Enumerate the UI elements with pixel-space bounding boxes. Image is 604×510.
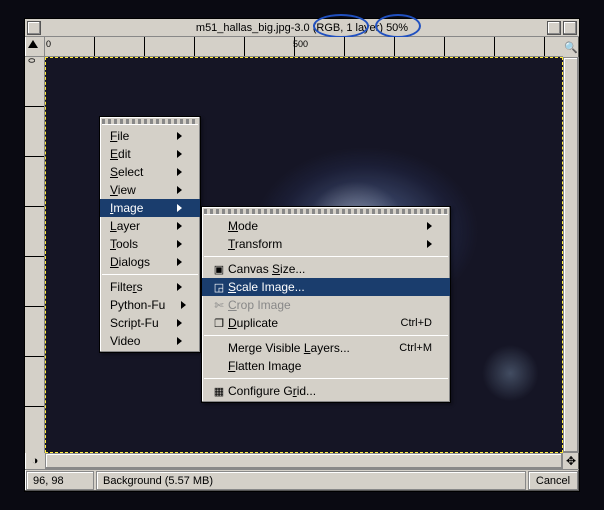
title-filename: m51_hallas_big.jpg-3.0	[196, 22, 310, 34]
menu-scriptfu[interactable]: Script-Fu	[100, 314, 200, 332]
ruler-vertical[interactable]: 0	[25, 57, 45, 453]
submenu-duplicate[interactable]: ❐DuplicateCtrl+D	[202, 314, 450, 332]
context-menu: File Edit Select View Image Layer Tools …	[99, 116, 201, 353]
titlebar: m51_hallas_big.jpg-3.0 (RGB, 1 layer) 50…	[25, 19, 579, 37]
submenu-sep3	[204, 378, 448, 379]
statusbar: 96, 98 Background (5.57 MB) Cancel	[25, 469, 579, 491]
menu-separator	[102, 274, 198, 275]
ruler-tick-h-500: 500	[293, 39, 308, 49]
menu-select[interactable]: Select	[100, 163, 200, 181]
submenu-flatten[interactable]: Flatten Image	[202, 357, 450, 375]
submenu-scale-image[interactable]: ◲Scale Image...	[202, 278, 450, 296]
submenu-tearoff[interactable]	[204, 209, 448, 215]
ruler-tick-h-0: 0	[46, 39, 51, 49]
cancel-button[interactable]: Cancel	[528, 471, 578, 490]
annotation-rgb-circle	[313, 14, 369, 38]
ruler-horizontal[interactable]: 0 500	[45, 37, 563, 57]
menu-view[interactable]: View	[100, 181, 200, 199]
nav-zoom-icon[interactable]: 🔍	[563, 37, 579, 57]
submenu-sep2	[204, 335, 448, 336]
quickmask-toggle[interactable]: ◑	[25, 453, 45, 469]
scale-image-icon: ◲	[212, 281, 226, 294]
submenu-configure-grid[interactable]: ▦Configure Grid...	[202, 382, 450, 400]
menu-dialogs[interactable]: Dialogs	[100, 253, 200, 271]
annotation-zoom-circle	[375, 14, 421, 38]
submenu-transform[interactable]: Transform	[202, 235, 450, 253]
title-text: m51_hallas_big.jpg-3.0 (RGB, 1 layer) 50…	[25, 22, 579, 34]
menu-pythonfu[interactable]: Python-Fu	[100, 296, 200, 314]
submenu-crop-image[interactable]: ✄Crop Image	[202, 296, 450, 314]
ruler-origin[interactable]	[25, 37, 45, 57]
image-submenu: Mode Transform ▣Canvas Size... ◲Scale Im…	[201, 206, 451, 403]
scrollbar-horizontal[interactable]	[45, 453, 563, 469]
maximize-button[interactable]	[563, 21, 577, 35]
menu-video[interactable]: Video	[100, 332, 200, 350]
duplicate-icon: ❐	[212, 317, 226, 330]
window-menu-button[interactable]	[27, 21, 41, 35]
menu-file[interactable]: File	[100, 127, 200, 145]
crop-icon: ✄	[212, 299, 226, 312]
grid-icon: ▦	[212, 385, 226, 398]
submenu-merge-layers[interactable]: Merge Visible Layers...Ctrl+M	[202, 339, 450, 357]
menu-tearoff[interactable]	[102, 119, 198, 125]
status-coords: 96, 98	[26, 471, 94, 490]
menu-layer[interactable]: Layer	[100, 217, 200, 235]
menu-edit[interactable]: Edit	[100, 145, 200, 163]
navigation-move-icon[interactable]: ✥	[563, 453, 579, 469]
ruler-tick-v-0: 0	[27, 58, 37, 63]
submenu-canvas-size[interactable]: ▣Canvas Size...	[202, 260, 450, 278]
menu-tools[interactable]: Tools	[100, 235, 200, 253]
image-window: m51_hallas_big.jpg-3.0 (RGB, 1 layer) 50…	[24, 18, 580, 492]
canvas-size-icon: ▣	[212, 263, 226, 276]
menu-image[interactable]: Image	[100, 199, 200, 217]
status-layer: Background (5.57 MB)	[96, 471, 526, 490]
menu-filters[interactable]: Filters	[100, 278, 200, 296]
submenu-sep1	[204, 256, 448, 257]
minimize-button[interactable]	[547, 21, 561, 35]
scrollbar-vertical[interactable]	[563, 57, 579, 453]
submenu-mode[interactable]: Mode	[202, 217, 450, 235]
